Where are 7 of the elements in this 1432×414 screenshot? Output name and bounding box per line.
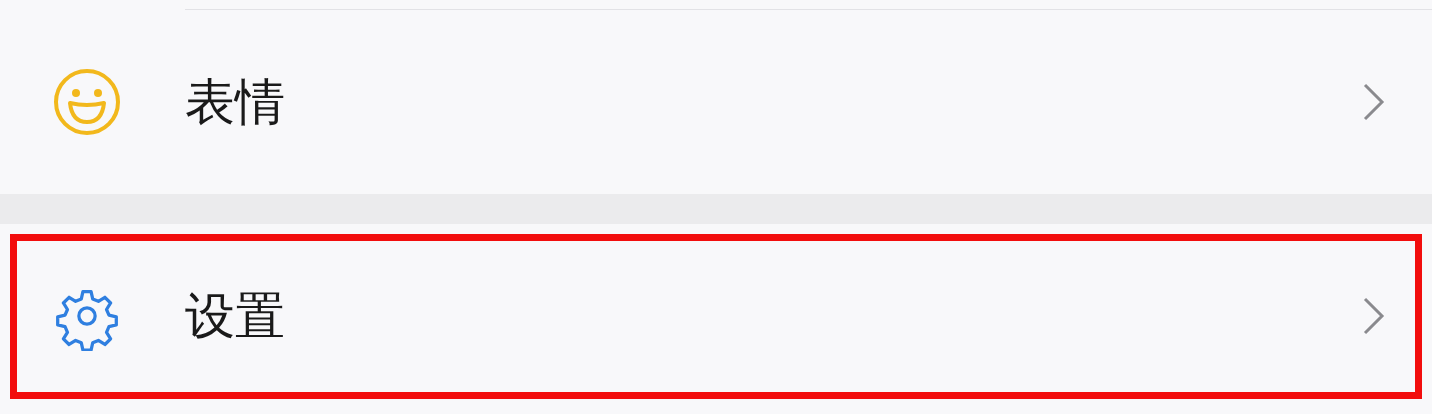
chevron-right-icon — [1362, 82, 1386, 122]
menu-item[interactable]: 设置 — [0, 224, 1432, 408]
menu-item[interactable]: 表情 — [0, 10, 1432, 194]
smiley-icon — [52, 67, 122, 137]
chevron-right-icon — [1362, 296, 1386, 336]
menu-label: 设置 — [185, 285, 286, 347]
menu-label: 表情 — [185, 71, 286, 133]
